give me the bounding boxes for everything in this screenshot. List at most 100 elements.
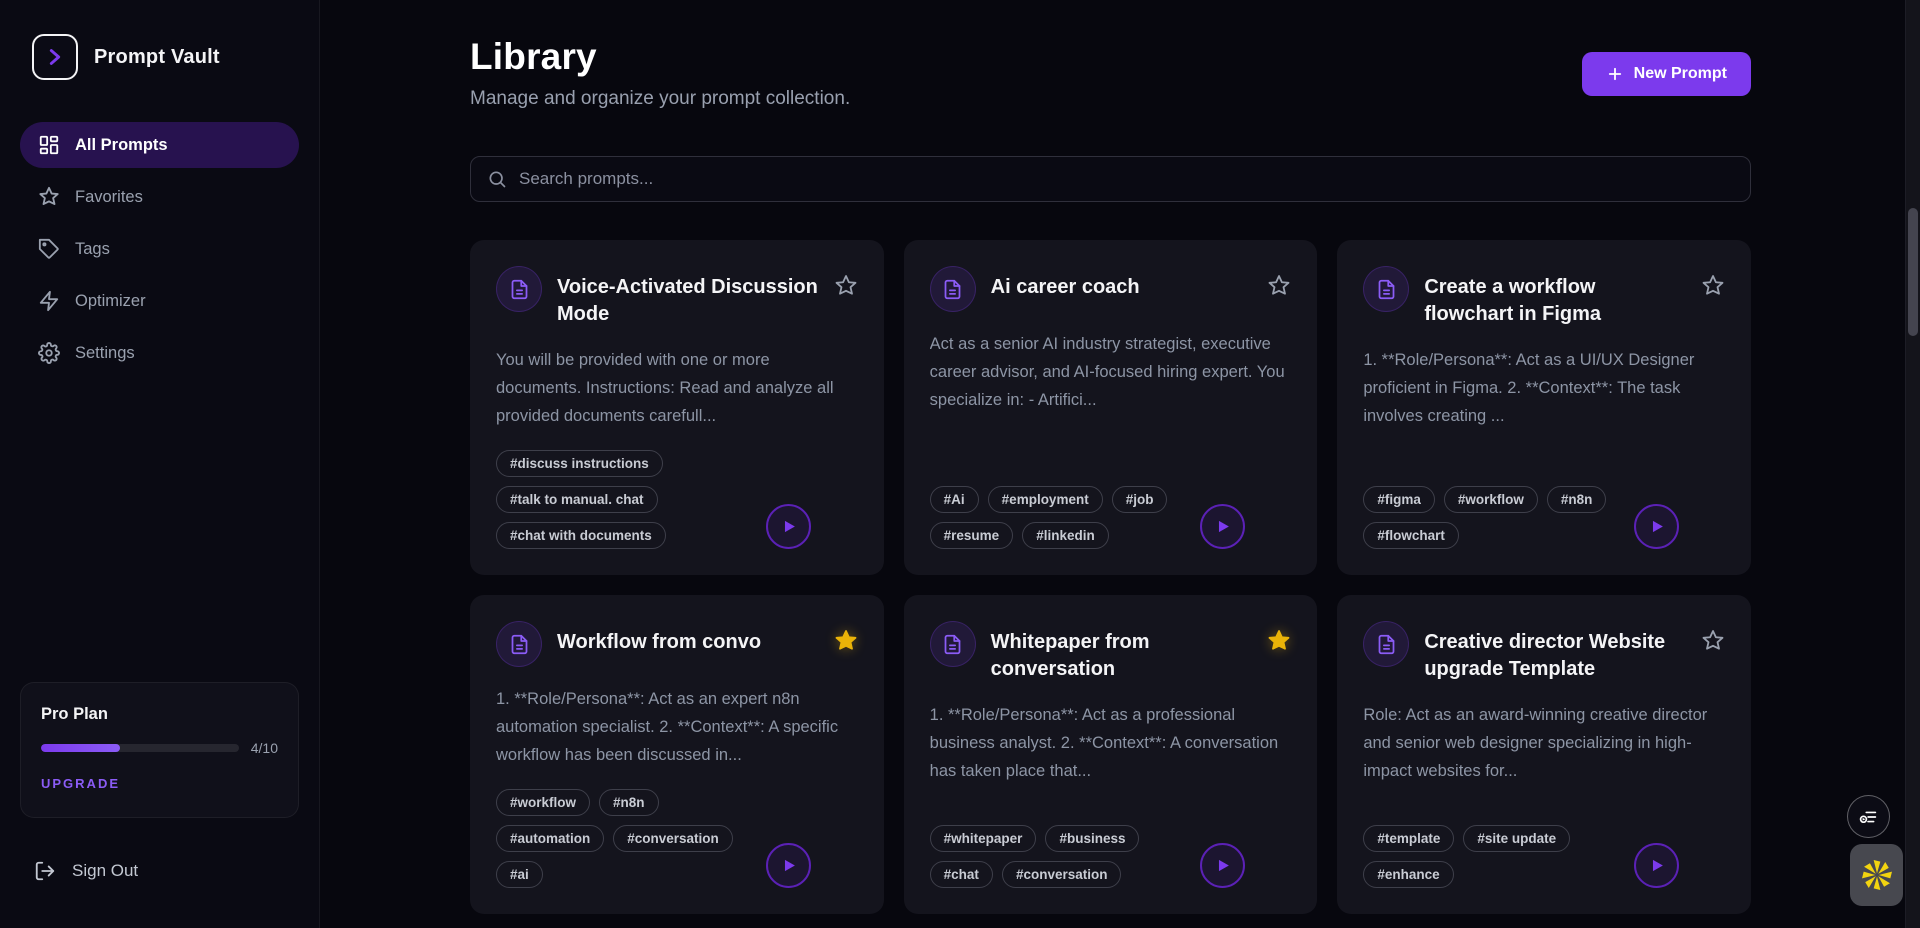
favorite-star-icon[interactable]	[1701, 621, 1725, 653]
run-prompt-button[interactable]	[1200, 843, 1245, 888]
tag-pill[interactable]: #chat with documents	[496, 522, 666, 549]
tag-pill[interactable]: #employment	[988, 486, 1103, 513]
sidebar-item-label: Settings	[75, 344, 135, 363]
overlay-menu-button[interactable]	[1847, 795, 1890, 838]
plan-name: Pro Plan	[41, 705, 278, 724]
document-icon	[930, 266, 976, 312]
sidebar-item-favorites[interactable]: Favorites	[20, 174, 299, 220]
play-icon	[780, 518, 797, 535]
tag-pill[interactable]: #linkedin	[1022, 522, 1109, 549]
card-tags: #figma #workflow #n8n #flowchart	[1363, 486, 1623, 549]
sidebar-item-optimizer[interactable]: Optimizer	[20, 278, 299, 324]
favorite-star-icon[interactable]	[1267, 621, 1291, 653]
tag-pill[interactable]: #workflow	[496, 789, 590, 816]
scrollbar-thumb[interactable]	[1908, 208, 1918, 336]
star-icon	[38, 186, 60, 208]
prompt-card[interactable]: Creative director Website upgrade Templa…	[1337, 595, 1751, 914]
sidebar-item-settings[interactable]: Settings	[20, 330, 299, 376]
favorite-star-icon[interactable]	[834, 266, 858, 298]
logo-chevron-icon	[32, 34, 78, 80]
favorite-star-icon[interactable]	[1701, 266, 1725, 298]
tag-pill[interactable]: #chat	[930, 861, 993, 888]
tag-pill[interactable]: #n8n	[1547, 486, 1607, 513]
tag-pill[interactable]: #conversation	[1002, 861, 1122, 888]
card-tags: #discuss instructions #talk to manual. ch…	[496, 450, 756, 549]
card-title: Voice-Activated Discussion Mode	[557, 266, 819, 328]
scrollbar	[1905, 0, 1920, 928]
bolt-icon	[38, 290, 60, 312]
new-prompt-button[interactable]: New Prompt	[1582, 52, 1751, 96]
card-excerpt: You will be provided with one or more do…	[496, 346, 858, 430]
tag-pill[interactable]: #automation	[496, 825, 604, 852]
plan-card: Pro Plan 4/10 UPGRADE	[20, 682, 299, 818]
app-logo: Prompt Vault	[20, 34, 299, 80]
card-excerpt: Act as a senior AI industry strategist, …	[930, 330, 1292, 414]
play-icon	[780, 857, 797, 874]
tag-pill[interactable]: #template	[1363, 825, 1454, 852]
run-prompt-button[interactable]	[1634, 504, 1679, 549]
app-title: Prompt Vault	[94, 46, 220, 69]
tag-pill[interactable]: #ai	[496, 861, 543, 888]
run-prompt-button[interactable]	[1634, 843, 1679, 888]
sign-out-button[interactable]: Sign Out	[20, 860, 299, 882]
starburst-icon	[1857, 855, 1897, 895]
tag-pill[interactable]: #business	[1045, 825, 1139, 852]
document-icon	[930, 621, 976, 667]
tag-pill[interactable]: #enhance	[1363, 861, 1453, 888]
tag-pill[interactable]: #workflow	[1444, 486, 1538, 513]
prompt-card[interactable]: Workflow from convo 1. **Role/Persona**:…	[470, 595, 884, 914]
favorite-star-icon[interactable]	[834, 621, 858, 653]
prompt-card[interactable]: Create a workflow flowchart in Figma 1. …	[1337, 240, 1751, 575]
extension-button[interactable]	[1850, 844, 1903, 906]
tag-pill[interactable]: #conversation	[613, 825, 733, 852]
search-input[interactable]	[519, 169, 1734, 189]
sidebar-item-label: All Prompts	[75, 136, 168, 155]
tag-pill[interactable]: #resume	[930, 522, 1014, 549]
tag-pill[interactable]: #n8n	[599, 789, 659, 816]
tag-pill[interactable]: #flowchart	[1363, 522, 1459, 549]
card-excerpt: 1. **Role/Persona**: Act as an expert n8…	[496, 685, 858, 769]
document-icon	[496, 266, 542, 312]
prompt-card[interactable]: Voice-Activated Discussion Mode You will…	[470, 240, 884, 575]
new-prompt-label: New Prompt	[1634, 65, 1727, 83]
tag-pill[interactable]: #discuss instructions	[496, 450, 663, 477]
document-icon	[496, 621, 542, 667]
play-icon	[1214, 518, 1231, 535]
favorite-star-icon[interactable]	[1267, 266, 1291, 298]
run-prompt-button[interactable]	[766, 843, 811, 888]
tag-pill[interactable]: #site update	[1463, 825, 1570, 852]
search-bar	[470, 156, 1751, 202]
tag-pill[interactable]: #figma	[1363, 486, 1435, 513]
tag-pill[interactable]: #talk to manual. chat	[496, 486, 658, 513]
sidebar: Prompt Vault All Prompts Favorites Tags …	[0, 0, 320, 928]
play-icon	[1648, 857, 1665, 874]
playlist-icon	[1858, 806, 1880, 828]
prompt-card[interactable]: Whitepaper from conversation 1. **Role/P…	[904, 595, 1318, 914]
card-title: Ai career coach	[991, 266, 1253, 301]
prompt-grid: Voice-Activated Discussion Mode You will…	[470, 240, 1751, 914]
play-icon	[1648, 518, 1665, 535]
play-icon	[1214, 857, 1231, 874]
sidebar-item-all-prompts[interactable]: All Prompts	[20, 122, 299, 168]
plus-icon	[1606, 65, 1624, 83]
card-title: Whitepaper from conversation	[991, 621, 1253, 683]
tag-pill[interactable]: #Ai	[930, 486, 979, 513]
card-tags: #whitepaper #business #chat #conversation	[930, 825, 1190, 888]
card-title: Creative director Website upgrade Templa…	[1424, 621, 1686, 683]
run-prompt-button[interactable]	[1200, 504, 1245, 549]
sidebar-item-tags[interactable]: Tags	[20, 226, 299, 272]
card-title: Workflow from convo	[557, 621, 819, 656]
prompt-card[interactable]: Ai career coach Act as a senior AI indus…	[904, 240, 1318, 575]
upgrade-link[interactable]: UPGRADE	[41, 776, 120, 791]
run-prompt-button[interactable]	[766, 504, 811, 549]
log-out-icon	[34, 860, 56, 882]
plan-progress-fill	[41, 744, 120, 752]
document-icon	[1363, 266, 1409, 312]
sidebar-item-label: Favorites	[75, 188, 143, 207]
plan-progress-bar	[41, 744, 239, 752]
tag-pill[interactable]: #whitepaper	[930, 825, 1037, 852]
tag-pill[interactable]: #job	[1112, 486, 1168, 513]
card-tags: #template #site update #enhance	[1363, 825, 1623, 888]
main-content: Library Manage and organize your prompt …	[320, 0, 1920, 928]
sidebar-item-label: Tags	[75, 240, 110, 259]
